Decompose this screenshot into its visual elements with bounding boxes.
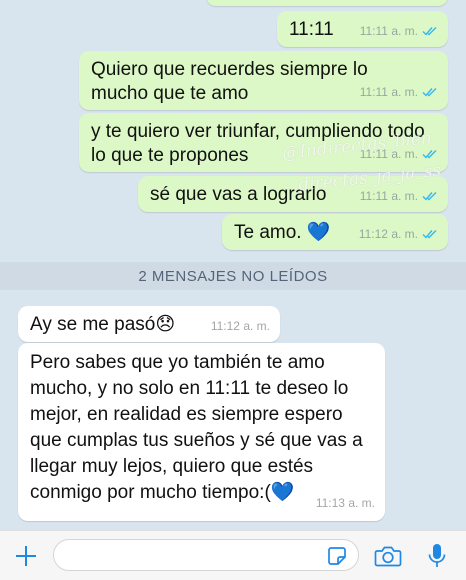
chat-area: 11:11 11:11 a. m. Quiero que recuerdes s… xyxy=(0,0,466,530)
double-check-read-icon xyxy=(422,192,437,201)
message-text: 11:11 xyxy=(289,19,334,40)
double-check-read-icon xyxy=(422,230,437,239)
message-bubble-incoming[interactable]: Ay se me pasó😞 11:12 a. m. xyxy=(18,306,280,342)
microphone-icon[interactable] xyxy=(425,541,449,571)
message-bubble-incoming[interactable]: Pero sabes que yo también te amo mucho, … xyxy=(18,343,385,521)
message-time: 11:11 a. m. xyxy=(359,147,418,161)
message-bubble-partial xyxy=(206,0,448,6)
unread-messages-divider: 2 MENSAJES NO LEÍDOS xyxy=(0,262,466,290)
message-bubble-outgoing[interactable]: Te amo. 💙 11:12 a. m. xyxy=(222,214,448,250)
message-bubble-outgoing[interactable]: y te quiero ver triunfar, cumpliendo tod… xyxy=(79,113,448,172)
message-input[interactable] xyxy=(53,539,359,571)
message-text: Pero sabes que yo también te amo mucho, … xyxy=(30,352,363,503)
blue-heart-emoji-icon: 💙 xyxy=(270,482,295,503)
message-bubble-outgoing[interactable]: 11:11 11:11 a. m. xyxy=(277,11,448,47)
unread-divider-label: 2 MENSAJES NO LEÍDOS xyxy=(138,267,328,285)
message-time: 11:11 a. m. xyxy=(359,189,418,203)
message-time: 11:12 a. m. xyxy=(210,319,270,333)
message-time: 11:13 a. m. xyxy=(315,496,375,510)
double-check-read-icon xyxy=(422,150,437,159)
camera-icon[interactable] xyxy=(373,542,403,570)
message-text: Te amo. xyxy=(234,222,302,243)
plus-icon[interactable] xyxy=(12,542,40,570)
message-input-bar xyxy=(0,530,466,580)
message-bubble-outgoing[interactable]: Quiero que recuerdes siempre lo mucho qu… xyxy=(79,51,448,110)
message-time: 11:12 a. m. xyxy=(358,227,418,241)
sticker-icon[interactable] xyxy=(326,545,348,567)
message-text: sé que vas a lograrlo xyxy=(150,184,327,205)
message-bubble-outgoing[interactable]: sé que vas a lograrlo 11:11 a. m. xyxy=(138,176,448,212)
message-text: Ay se me pasó xyxy=(30,314,156,335)
blue-heart-emoji-icon: 💙 xyxy=(306,222,331,243)
message-text: Quiero que recuerdes siempre lo mucho qu… xyxy=(91,59,368,104)
double-check-read-icon xyxy=(422,88,437,97)
double-check-read-icon xyxy=(422,27,437,36)
disappointed-face-emoji-icon: 😞 xyxy=(155,314,176,335)
message-time: 11:11 a. m. xyxy=(359,85,418,99)
message-time: 11:11 a. m. xyxy=(359,24,418,38)
